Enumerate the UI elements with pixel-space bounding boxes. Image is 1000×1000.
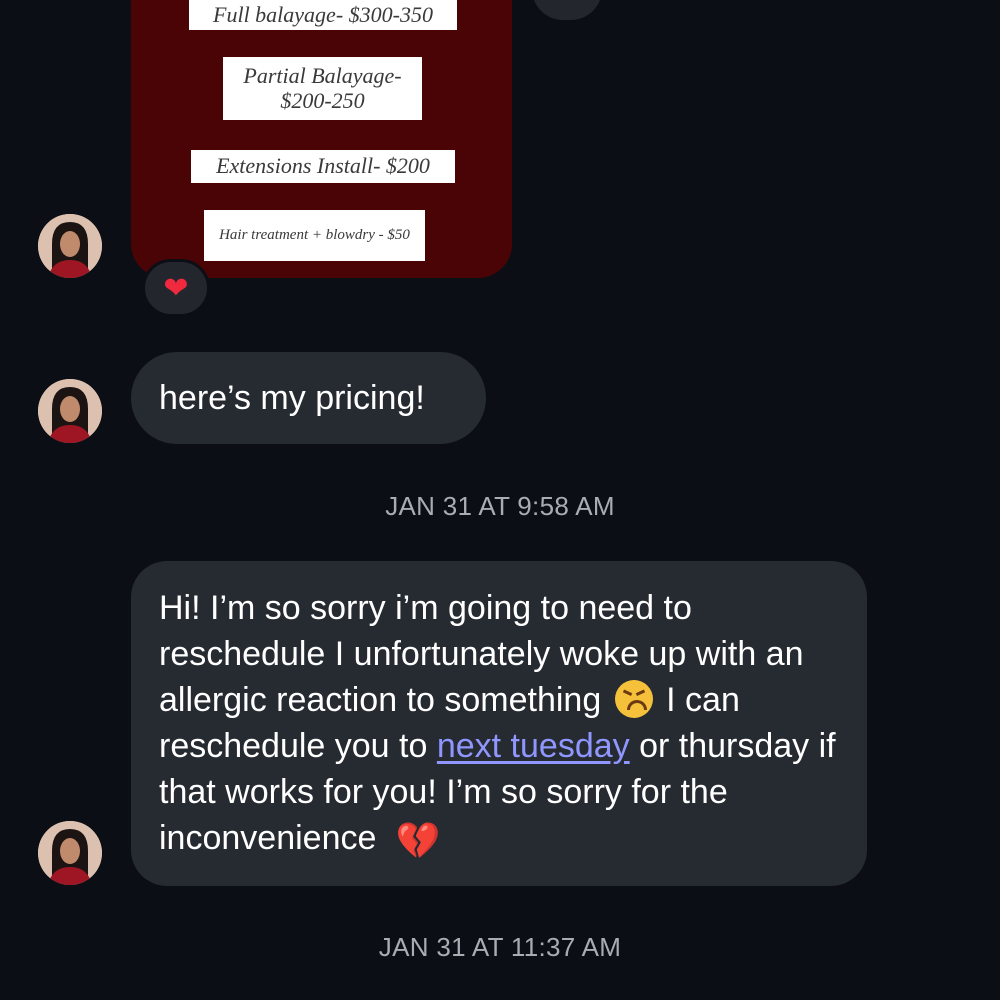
message-bubble[interactable]: here’s my pricing!	[131, 352, 486, 444]
pricing-image[interactable]: Full balayage- $300-350 Partial Balayage…	[131, 0, 512, 278]
timestamp: JAN 31 AT 11:37 AM	[378, 932, 622, 962]
persevering-face-icon	[614, 680, 653, 718]
avatar[interactable]	[38, 214, 102, 278]
message-text: here’s my pricing!	[159, 378, 425, 417]
date-link[interactable]: next tuesday	[437, 727, 630, 765]
avatar[interactable]	[38, 821, 102, 885]
avatar[interactable]	[38, 379, 102, 443]
price-item-partial-balayage: Partial Balayage- $200-250	[223, 57, 422, 120]
message-reaction[interactable]: ❤	[142, 259, 210, 317]
message-bubble[interactable]: Hi! I’m so sorry i’m going to need to re…	[131, 561, 867, 886]
price-item-extensions: Extensions Install- $200	[191, 150, 455, 183]
chat-screen: Full balayage- $300-350 Partial Balayage…	[0, 0, 1000, 1000]
price-item-treatment: Hair treatment + blowdry - $50	[204, 210, 425, 261]
timestamp: JAN 31 AT 9:58 AM	[385, 491, 615, 521]
price-item-full-balayage: Full balayage- $300-350	[189, 0, 457, 30]
red-heart-icon: ❤	[163, 271, 189, 305]
share-button[interactable]	[532, 0, 602, 20]
broken-heart-icon: 💔	[395, 820, 441, 861]
